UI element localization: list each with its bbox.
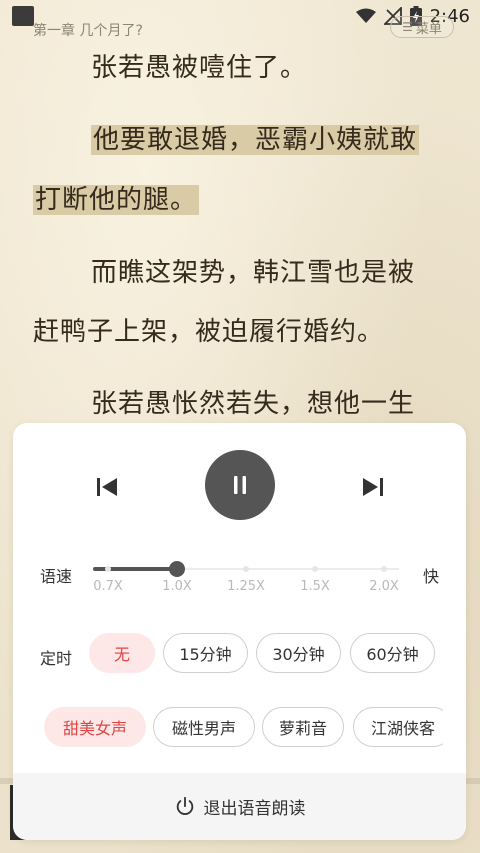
- text-line: 张若愚怅然若失，想他一生: [91, 389, 416, 419]
- text-line-highlighted: 打断他的腿。: [33, 180, 200, 220]
- text-line: 而瞧这架势，韩江雪也是被: [91, 258, 416, 288]
- voice-option[interactable]: 江湖侠客: [353, 707, 443, 747]
- menu-icon: ☰: [402, 20, 413, 34]
- menu-button[interactable]: ☰ 菜单: [390, 16, 454, 38]
- voice-option[interactable]: 甜美女声: [44, 707, 146, 747]
- tts-panel: 语速 0.7X 1.0X 1.25X 1.5X 2.0X 快 定时 无 15分钟 30分钟 6…: [13, 423, 466, 840]
- voice-option[interactable]: 磁性男声: [153, 707, 255, 747]
- tts-highlight: 打断他的腿。: [33, 185, 200, 215]
- exit-tts-button[interactable]: 退出语音朗读: [13, 773, 466, 840]
- text-line-highlighted: 他要敢退婚，恶霸小姨就敢: [33, 120, 420, 160]
- power-icon: [176, 796, 193, 815]
- chapter-title: 第一章 几个月了?: [33, 23, 143, 39]
- notification-icon: [12, 6, 34, 26]
- wifi-icon: [355, 8, 376, 23]
- text-line: 张若愚被噎住了。: [91, 53, 308, 83]
- menu-label: 菜单: [415, 21, 442, 37]
- tts-highlight: 他要敢退婚，恶霸小姨就敢: [91, 125, 420, 155]
- voice-option[interactable]: 萝莉音: [262, 707, 344, 747]
- exit-tts-label: 退出语音朗读: [203, 799, 306, 819]
- text-line: 赶鸭子上架，被迫履行婚约。: [33, 317, 385, 347]
